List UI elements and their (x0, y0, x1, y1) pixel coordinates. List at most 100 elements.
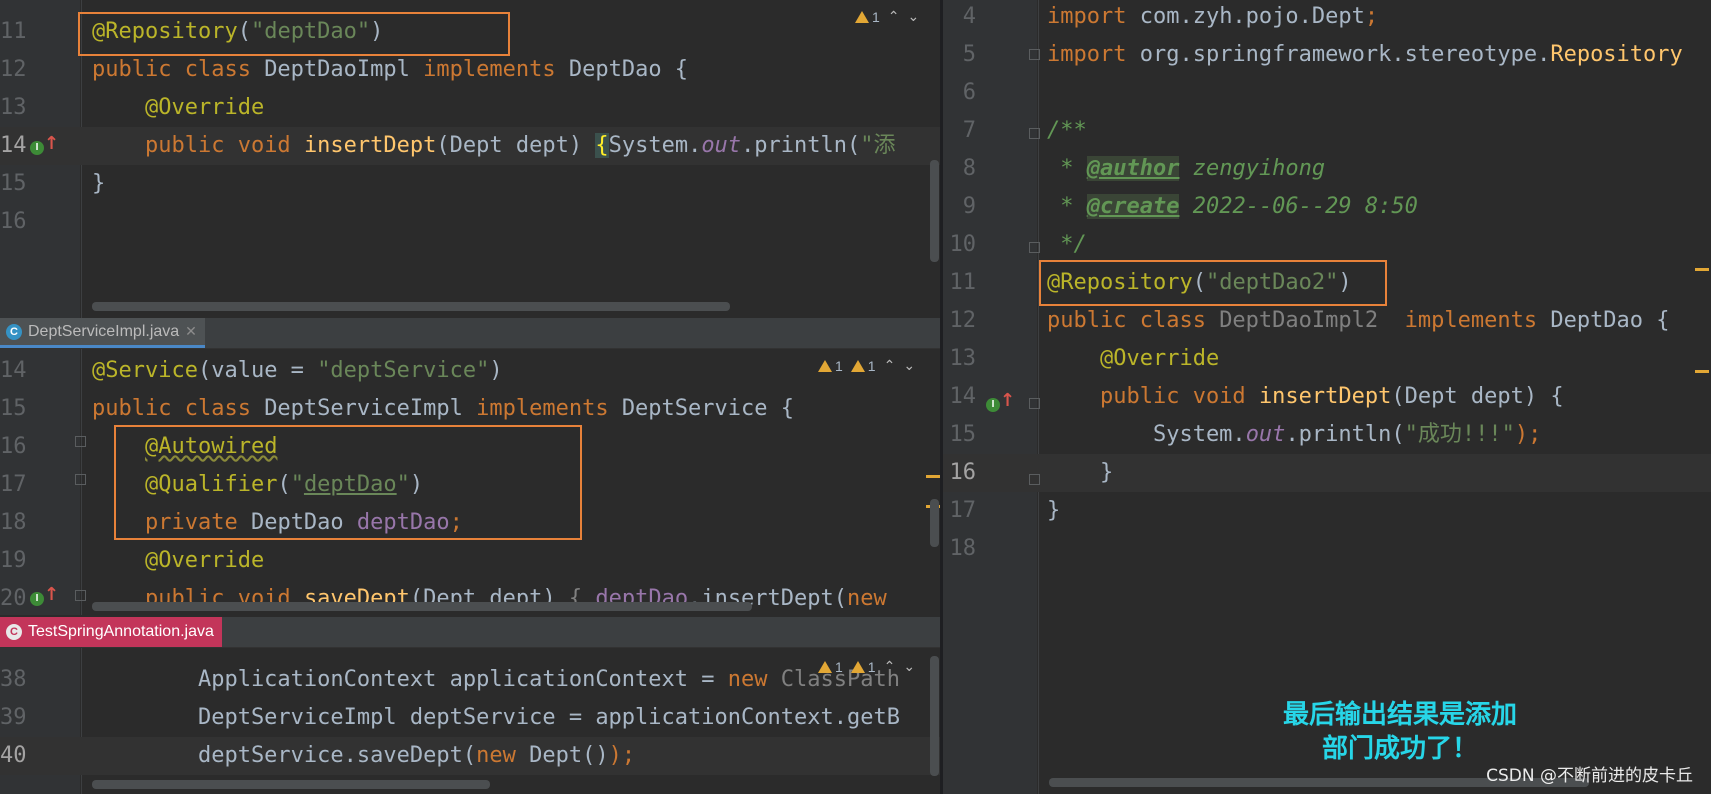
code-line[interactable]: 12 public class DeptDaoImpl implements De… (0, 51, 940, 89)
code-text[interactable]: import org.springframework.stereotype.Re… (1047, 36, 1683, 74)
override-up-arrow-icon[interactable]: ↑ (1000, 390, 1015, 411)
editor-pane-dept-dao-impl2[interactable]: 4 import com.zyh.pojo.Dept; 5 import org.sp… (943, 0, 1711, 794)
warning-indicator[interactable]: 1 (855, 9, 880, 25)
chevron-up-icon[interactable]: ⌃ (884, 357, 896, 374)
code-token: .println( (741, 133, 861, 158)
code-line[interactable]: 19 @Override (0, 542, 940, 580)
warning-stripe[interactable] (926, 475, 940, 478)
fold-marker-icon[interactable] (1029, 474, 1040, 485)
code-text[interactable]: } (1047, 492, 1060, 530)
code-line[interactable]: 15} (0, 165, 940, 203)
code-token: * (1047, 194, 1087, 219)
code-line[interactable]: 15 System.out.println("成功!!!"); (943, 416, 1711, 454)
code-text[interactable]: public void insertDept(Dept dept) {Syste… (92, 127, 896, 165)
code-text[interactable]: @Service(value = "deptService") (92, 352, 503, 390)
code-line[interactable]: 14 public void insertDept(Dept dept) { (943, 378, 1711, 416)
code-line[interactable]: 7 /** (943, 112, 1711, 150)
chevron-down-icon[interactable]: ⌄ (908, 8, 920, 25)
editor-pane-dept-dao-impl[interactable]: 11 @Repository("deptDao") 12 public class D… (0, 0, 940, 318)
inspection-widget[interactable]: 1 1 ⌃ ⌄ (818, 658, 915, 675)
code-line[interactable]: 39 DeptServiceImpl deptService = applica… (0, 699, 940, 737)
inspection-widget[interactable]: 1 ⌃ ⌄ (855, 8, 919, 25)
fold-expand-icon[interactable] (75, 590, 86, 601)
implements-icon[interactable]: I (986, 398, 1000, 412)
close-icon[interactable]: ✕ (185, 323, 197, 340)
fold-marker-icon[interactable] (1029, 128, 1040, 139)
code-text[interactable]: @Override (1047, 340, 1219, 378)
code-token: DeptDaoImpl (264, 57, 424, 82)
code-line[interactable]: 8 * @author zengyihong (943, 150, 1711, 188)
highlight-box-repository-deptdao2 (1039, 260, 1387, 306)
code-text[interactable]: } (92, 165, 105, 203)
override-up-arrow-icon[interactable]: ↑ (44, 584, 59, 605)
warning-indicator[interactable]: 1 (850, 358, 876, 374)
code-text[interactable]: import com.zyh.pojo.Dept; (1047, 0, 1378, 36)
warning-stripe[interactable] (1695, 370, 1709, 373)
inspection-widget[interactable]: 1 1 ⌃ ⌄ (818, 357, 915, 374)
code-line[interactable]: 16 } (943, 454, 1711, 492)
override-up-arrow-icon[interactable]: ↑ (44, 133, 59, 154)
code-text[interactable]: public class DeptDaoImpl implements Dept… (92, 51, 688, 89)
code-text[interactable]: System.out.println("成功!!!"); (1047, 416, 1541, 454)
code-text[interactable]: } (1047, 454, 1113, 492)
code-line[interactable]: 13 @Override (0, 89, 940, 127)
line-number: 38 (0, 667, 27, 692)
code-text[interactable]: /** (1047, 112, 1087, 150)
editor-pane-dept-service-impl[interactable]: 14 @Service(value = "deptService") 15 publi… (0, 349, 940, 615)
code-token: */ (1047, 232, 1087, 257)
implements-icon[interactable]: I (30, 592, 44, 606)
tab-dept-service-impl[interactable]: C DeptServiceImpl.java ✕ (0, 318, 205, 348)
code-line[interactable]: 10 */ (943, 226, 1711, 264)
vertical-scrollbar[interactable] (930, 499, 939, 547)
code-text[interactable]: @Override (92, 89, 264, 127)
horizontal-scrollbar[interactable] (92, 302, 730, 311)
fold-marker-icon[interactable] (1029, 398, 1040, 409)
chevron-up-icon[interactable]: ⌃ (888, 8, 900, 25)
editor-pane-test-spring-annotation[interactable]: 38 ApplicationContext applicationContext… (0, 648, 940, 794)
fold-marker-icon[interactable] (1029, 49, 1040, 60)
fold-marker-icon[interactable] (75, 474, 86, 485)
code-text[interactable]: public void insertDept(Dept dept) { (1047, 378, 1564, 416)
code-text[interactable]: public class DeptDaoImpl2 implements Dep… (1047, 302, 1670, 340)
horizontal-scrollbar[interactable] (92, 602, 752, 611)
warning-indicator[interactable]: 1 (850, 659, 876, 675)
warning-stripe[interactable] (1695, 268, 1709, 271)
code-line[interactable]: 38 ApplicationContext applicationContext… (0, 661, 940, 699)
fold-marker-icon[interactable] (75, 436, 86, 447)
chevron-down-icon[interactable]: ⌄ (903, 658, 915, 675)
code-text[interactable]: * @create 2022--06--29 8:50 (1047, 188, 1418, 226)
code-line[interactable]: 5 import org.springframework.stereotype.R… (943, 36, 1711, 74)
code-line[interactable]: 9 * @create 2022--06--29 8:50 (943, 188, 1711, 226)
tab-test-spring-annotation[interactable]: C TestSpringAnnotation.java (0, 617, 222, 647)
callout-line-1: 最后输出结果是添加 (1282, 700, 1517, 730)
code-text[interactable]: public class DeptServiceImpl implements … (92, 390, 794, 428)
code-line[interactable]: 18 (943, 530, 1711, 568)
implements-icon[interactable]: I (30, 141, 44, 155)
code-text[interactable]: */ (1047, 226, 1087, 264)
code-line[interactable]: 13 @Override (943, 340, 1711, 378)
code-line[interactable]: 15 public class DeptServiceImpl implement… (0, 390, 940, 428)
warning-indicator[interactable]: 1 (818, 659, 843, 675)
chevron-up-icon[interactable]: ⌃ (884, 658, 896, 675)
code-line[interactable]: 4 import com.zyh.pojo.Dept; (943, 0, 1711, 36)
code-line[interactable]: 14 @Service(value = "deptService") (0, 352, 940, 390)
code-line[interactable]: 14 public void insertDept(Dept dept) {Sy… (0, 127, 940, 165)
warning-indicator[interactable]: 1 (818, 358, 843, 374)
vertical-scrollbar[interactable] (930, 160, 939, 262)
vertical-scrollbar[interactable] (930, 656, 939, 776)
code-text[interactable]: DeptServiceImpl deptService = applicatio… (92, 699, 900, 737)
code-line[interactable]: 40 deptService.saveDept(new Dept()); (0, 737, 940, 775)
code-text[interactable]: * @author zengyihong (1047, 150, 1325, 188)
horizontal-scrollbar[interactable] (92, 780, 490, 789)
code-line[interactable]: 17} (943, 492, 1711, 530)
code-line[interactable]: 16 (0, 203, 940, 241)
code-text[interactable]: deptService.saveDept(new Dept()); (92, 737, 635, 775)
code-text[interactable]: ApplicationContext applicationContext = … (92, 661, 900, 699)
tab-label: TestSpringAnnotation.java (28, 623, 214, 640)
code-line[interactable]: 6 (943, 74, 1711, 112)
fold-marker-icon[interactable] (1029, 242, 1040, 253)
chevron-down-icon[interactable]: ⌄ (903, 357, 915, 374)
code-line[interactable]: 12 public class DeptDaoImpl2 implements D… (943, 302, 1711, 340)
code-text[interactable]: @Override (92, 542, 264, 580)
